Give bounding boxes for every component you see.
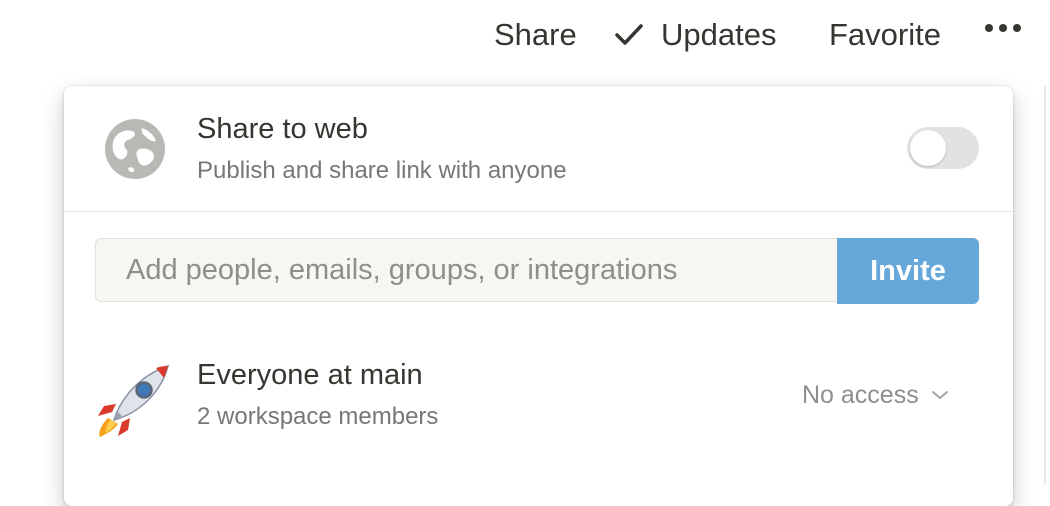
updates-button[interactable]: Updates [614, 17, 776, 53]
invite-row: Invite [95, 238, 979, 304]
page-topbar: Share Updates Favorite [0, 0, 1050, 70]
member-name: Everyone at main [197, 359, 423, 391]
access-level-dropdown[interactable]: No access [802, 380, 949, 410]
scrollbar-track [1044, 86, 1046, 484]
share-to-web-toggle[interactable] [907, 127, 979, 169]
checkmark-icon [615, 24, 643, 45]
more-horizontal-icon[interactable] [985, 24, 1021, 32]
rocket-icon [98, 364, 170, 437]
invite-button[interactable]: Invite [837, 238, 979, 304]
access-level-label: No access [802, 381, 919, 409]
favorite-button[interactable]: Favorite [829, 17, 941, 53]
member-row: Everyone at main 2 workspace members No … [64, 352, 1013, 442]
globe-icon [105, 119, 165, 179]
chevron-down-icon [931, 391, 948, 399]
updates-label: Updates [661, 17, 777, 52]
member-subtitle: 2 workspace members [197, 403, 439, 430]
share-to-web-title: Share to web [197, 113, 368, 145]
toggle-knob [910, 130, 946, 166]
invite-search-input[interactable] [95, 238, 837, 302]
share-to-web-subtitle: Publish and share link with anyone [197, 157, 567, 184]
share-button[interactable]: Share [494, 17, 577, 53]
share-panel: Share to web Publish and share link with… [64, 86, 1013, 506]
share-to-web-row[interactable]: Share to web Publish and share link with… [64, 86, 1013, 212]
